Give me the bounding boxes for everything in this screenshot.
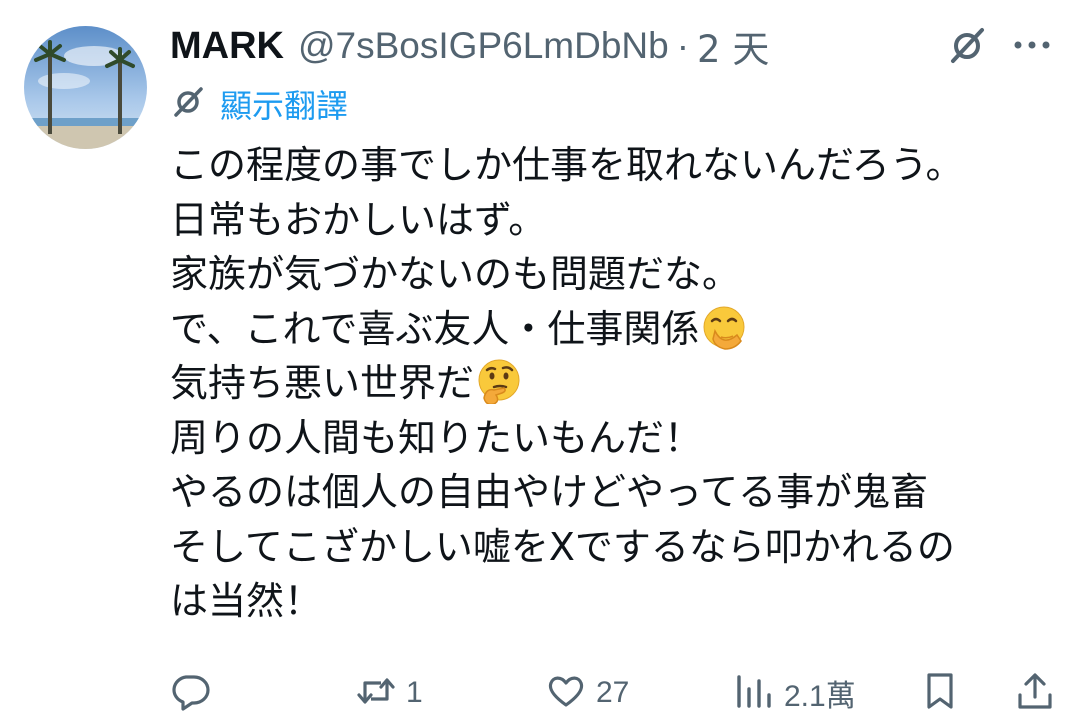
translate-icon [170,84,206,124]
display-name[interactable]: MARK [170,25,284,68]
tweet-line-text: そしてこざかしい嘘をXでするなら叩かれるの [170,524,955,569]
tweet-line-text: 気持ち悪い世界だ [170,361,475,405]
thinking-face-icon [476,358,522,406]
tweet-line: そしてこざかしい嘘をXでするなら叩かれるの [170,520,1060,575]
bookmark-button[interactable] [920,665,960,721]
tweet-line-text: で、これで喜ぶ友人・仕事関係 [170,306,700,351]
reply-button[interactable] [170,665,220,721]
grok-icon[interactable] [945,24,989,68]
tweet-line-text: 日常もおかしいはず。 [170,197,547,242]
like-button[interactable]: 27 [546,665,629,721]
tweet-line: で、これで喜ぶ友人・仕事関係 [170,302,1060,357]
translate-label[interactable]: 顯示翻譯 [220,81,348,127]
face-with-hand-over-mouth-icon [701,304,747,350]
tweet-line: は当然！ [170,574,1060,629]
more-icon[interactable] [1012,36,1052,54]
like-count: 27 [596,676,630,709]
retweet-button[interactable]: 1 [356,665,423,721]
tweet-line: この程度の事でしか仕事を取れないんだろう。 [170,138,1060,193]
like-icon [546,671,586,715]
retweet-count: 1 [406,676,423,709]
views-button[interactable]: 2.1萬 [734,665,856,721]
tweet-text: この程度の事でしか仕事を取れないんだろう。 日常もおかしいはず。 家族が気づかな… [170,138,1060,629]
retweet-icon [356,671,396,715]
tweet-line: 気持ち悪い世界だ [170,356,1060,411]
tweet-line: 日常もおかしいはず。 [170,193,1060,248]
translate-link[interactable]: 顯示翻譯 [170,82,348,126]
tweet-line: やるのは個人の自由やけどやってる事が鬼畜 [170,465,1060,520]
bookmark-icon [920,671,960,715]
user-handle[interactable]: @7sBosIGP6LmDbNb [298,25,669,67]
reply-icon [170,671,210,715]
timestamp[interactable]: 2 天 [697,19,769,73]
tweet-line-text: この程度の事でしか仕事を取れないんだろう。 [170,143,964,187]
tweet-line-text: 周りの人間も知りたいもんだ！ [170,415,703,460]
share-button[interactable] [1015,665,1055,721]
views-icon [734,671,774,715]
tweet-line-text: やるのは個人の自由やけどやってる事が鬼畜 [170,470,929,514]
tweet-line: 家族が気づかないのも問題だな。 [170,247,1060,302]
separator: · [676,25,690,66]
views-count: 2.1萬 [784,680,856,713]
share-icon [1015,671,1055,715]
avatar[interactable] [24,26,147,149]
tweet-header: MARK @7sBosIGP6LmDbNb · 2 天 [170,20,769,72]
action-bar: 1 27 2.1萬 [0,665,1080,721]
tweet-line-text: 家族が気づかないのも問題だな。 [170,252,741,296]
tweet-line: 周りの人間も知りたいもんだ！ [170,411,1060,466]
tweet-line-text: は当然！ [170,579,323,623]
